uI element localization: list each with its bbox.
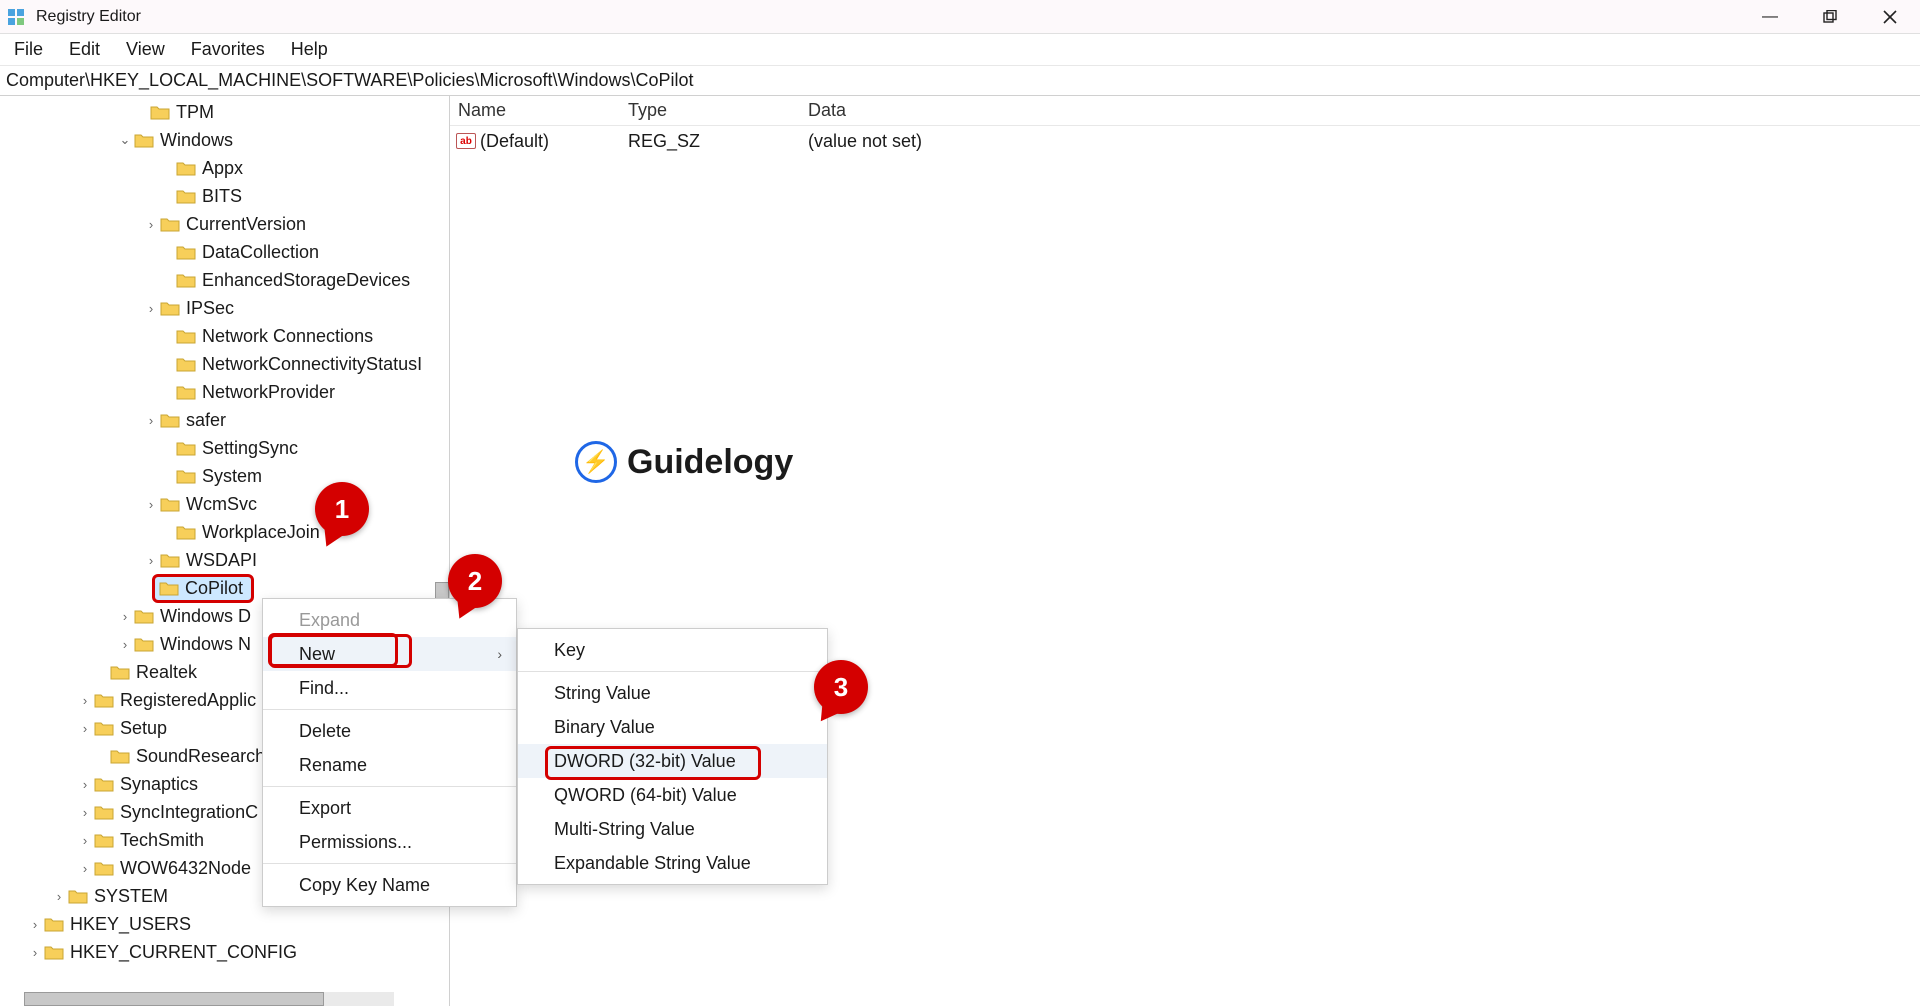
tree-item-networkprovider[interactable]: NetworkProvider — [202, 382, 335, 403]
maximize-button[interactable] — [1800, 0, 1860, 34]
window-title: Registry Editor — [36, 8, 141, 26]
tree-item-bits[interactable]: BITS — [202, 186, 242, 207]
menu-file[interactable]: File — [14, 39, 43, 60]
menu-edit[interactable]: Edit — [69, 39, 100, 60]
chevron-right-icon[interactable]: › — [116, 609, 134, 624]
tree-item-settingsync[interactable]: SettingSync — [202, 438, 298, 459]
lightning-icon: ⚡ — [575, 441, 617, 483]
chevron-right-icon[interactable]: › — [142, 413, 160, 428]
tree-item-setup[interactable]: Setup — [120, 718, 167, 739]
chevron-right-icon[interactable]: › — [142, 553, 160, 568]
annotation-badge-1: 1 — [315, 482, 369, 536]
tree-item-safer[interactable]: safer — [186, 410, 226, 431]
value-type: REG_SZ — [628, 131, 808, 152]
ctx-new-dword[interactable]: DWORD (32-bit) Value — [518, 744, 827, 778]
chevron-right-icon[interactable]: › — [142, 497, 160, 512]
ctx-new-multistring[interactable]: Multi-String Value — [518, 812, 827, 846]
value-data: (value not set) — [808, 131, 922, 152]
chevron-right-icon[interactable]: › — [50, 889, 68, 904]
ctx-permissions[interactable]: Permissions... — [263, 825, 516, 859]
menubar: File Edit View Favorites Help — [0, 34, 1920, 66]
tree-item-copilot-selected[interactable]: CoPilot — [152, 574, 254, 603]
tree-item-windows-n[interactable]: Windows N — [160, 634, 251, 655]
tree-item-wow6432node[interactable]: WOW6432Node — [120, 858, 251, 879]
menu-help[interactable]: Help — [291, 39, 328, 60]
tree-item-currentversion[interactable]: CurrentVersion — [186, 214, 306, 235]
annotation-badge-3: 3 — [814, 660, 868, 714]
chevron-right-icon[interactable]: › — [76, 805, 94, 820]
chevron-right-icon[interactable]: › — [26, 917, 44, 932]
context-menu-new: Key String Value Binary Value DWORD (32-… — [517, 628, 828, 885]
chevron-right-icon[interactable]: › — [76, 721, 94, 736]
tree-item-networkconnections[interactable]: Network Connections — [202, 326, 373, 347]
tree-horizontal-scrollbar-thumb[interactable] — [24, 992, 324, 1006]
tree-item-wsdapi[interactable]: WSDAPI — [186, 550, 257, 571]
ctx-new-binary[interactable]: Binary Value — [518, 710, 827, 744]
chevron-right-icon[interactable]: › — [76, 833, 94, 848]
tree-item-registeredapplications[interactable]: RegisteredApplic — [120, 690, 256, 711]
chevron-right-icon[interactable]: › — [76, 777, 94, 792]
ctx-expand: Expand — [263, 603, 516, 637]
tree-item-ipsec[interactable]: IPSec — [186, 298, 234, 319]
tree-item-hkey-current-config[interactable]: HKEY_CURRENT_CONFIG — [70, 942, 297, 963]
titlebar: Registry Editor — — [0, 0, 1920, 34]
tree-item-syncintegration[interactable]: SyncIntegrationC — [120, 802, 258, 823]
ctx-delete[interactable]: Delete — [263, 714, 516, 748]
menu-favorites[interactable]: Favorites — [191, 39, 265, 60]
ctx-export[interactable]: Export — [263, 791, 516, 825]
tree-item-windows[interactable]: Windows — [160, 130, 233, 151]
tree-horizontal-scrollbar[interactable] — [24, 992, 394, 1006]
tree-item-copilot: CoPilot — [185, 578, 243, 599]
ctx-new-string[interactable]: String Value — [518, 676, 827, 710]
chevron-right-icon: › — [497, 646, 502, 662]
value-name: (Default) — [480, 131, 549, 152]
ctx-new[interactable]: New› — [263, 637, 516, 671]
tree-item-workplacejoin[interactable]: WorkplaceJoin — [202, 522, 320, 543]
chevron-right-icon[interactable]: › — [142, 301, 160, 316]
chevron-right-icon[interactable]: › — [76, 693, 94, 708]
list-row[interactable]: ab(Default) REG_SZ (value not set) — [450, 126, 1920, 156]
menu-view[interactable]: View — [126, 39, 165, 60]
tree-item-system-hive[interactable]: SYSTEM — [94, 886, 168, 907]
tree-item-synaptics[interactable]: Synaptics — [120, 774, 198, 795]
ctx-copy-key-name[interactable]: Copy Key Name — [263, 868, 516, 902]
address-text: Computer\HKEY_LOCAL_MACHINE\SOFTWARE\Pol… — [6, 70, 694, 91]
tree-item-realtek[interactable]: Realtek — [136, 662, 197, 683]
tree-item-networkconnectivitystatus[interactable]: NetworkConnectivityStatusI — [202, 354, 422, 375]
annotation-badge-2: 2 — [448, 554, 502, 608]
minimize-button[interactable]: — — [1740, 0, 1800, 34]
ctx-new-expandablestring[interactable]: Expandable String Value — [518, 846, 827, 880]
tree-item-techsmith[interactable]: TechSmith — [120, 830, 204, 851]
chevron-down-icon[interactable]: ⌄ — [116, 132, 134, 148]
ctx-new-key[interactable]: Key — [518, 633, 827, 667]
watermark-text: Guidelogy — [627, 443, 793, 482]
regedit-app-icon — [6, 7, 26, 27]
chevron-right-icon[interactable]: › — [142, 217, 160, 232]
tree-item-appx[interactable]: Appx — [202, 158, 243, 179]
chevron-right-icon[interactable]: › — [116, 637, 134, 652]
tree-item-datacollection[interactable]: DataCollection — [202, 242, 319, 263]
address-bar[interactable]: Computer\HKEY_LOCAL_MACHINE\SOFTWARE\Pol… — [0, 66, 1920, 96]
tree-item-enhancedstoragedevices[interactable]: EnhancedStorageDevices — [202, 270, 410, 291]
context-menu-key: Expand New› Find... Delete Rename Export… — [262, 598, 517, 907]
ctx-find[interactable]: Find... — [263, 671, 516, 705]
chevron-right-icon[interactable]: › — [76, 861, 94, 876]
tree-item-wcmsvc[interactable]: WcmSvc — [186, 494, 257, 515]
column-header-data[interactable]: Data — [808, 100, 846, 121]
tree-item-tpm[interactable]: TPM — [176, 102, 214, 123]
chevron-right-icon[interactable]: › — [26, 945, 44, 960]
column-header-name[interactable]: Name — [458, 100, 628, 121]
watermark-logo: ⚡ Guidelogy — [575, 441, 793, 483]
tree-item-hkey-users[interactable]: HKEY_USERS — [70, 914, 191, 935]
tree-item-system[interactable]: System — [202, 466, 262, 487]
column-header-type[interactable]: Type — [628, 100, 808, 121]
ctx-new-qword[interactable]: QWORD (64-bit) Value — [518, 778, 827, 812]
tree-item-windows-d[interactable]: Windows D — [160, 606, 251, 627]
ctx-rename[interactable]: Rename — [263, 748, 516, 782]
close-button[interactable] — [1860, 0, 1920, 34]
regsz-icon: ab — [456, 133, 476, 149]
list-header: Name Type Data — [450, 96, 1920, 126]
tree-item-soundresearch[interactable]: SoundResearch — [136, 746, 265, 767]
